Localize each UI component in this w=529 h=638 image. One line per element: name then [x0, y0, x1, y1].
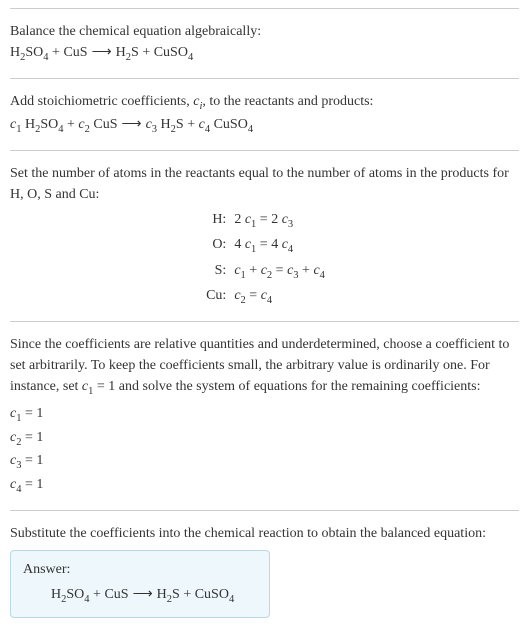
section-answer: Substitute the coefficients into the che…	[10, 510, 519, 631]
element-label: H:	[12, 209, 226, 233]
product-1: H2S	[116, 45, 139, 60]
arrow-icon: ⟶	[88, 42, 116, 63]
plus-symbol: +	[49, 45, 64, 60]
equation-table: H: 2 c1 = 2 c3 O: 4 c1 = 4 c4 S: c1 + c2…	[12, 209, 519, 309]
section-title: Balance the chemical equation algebraica…	[10, 21, 519, 42]
section-title: Substitute the coefficients into the che…	[10, 523, 519, 544]
product-2: CuSO4	[154, 45, 193, 60]
arrow-icon: ⟶	[118, 114, 146, 135]
arrow-icon: ⟶	[129, 584, 157, 605]
unbalanced-equation: H2SO4 + CuS ⟶ H2S + CuSO4	[10, 42, 519, 66]
coefficient-value: c2 = 1	[10, 427, 519, 451]
element-equation: 2 c1 = 2 c3	[234, 209, 519, 233]
section-title: Set the number of atoms in the reactants…	[10, 163, 519, 205]
element-label: O:	[12, 234, 226, 258]
section-text: Since the coefficients are relative quan…	[10, 334, 519, 400]
coefficient-value: c4 = 1	[10, 474, 519, 498]
element-equation: c1 + c2 = c3 + c4	[234, 260, 519, 284]
section-title: Add stoichiometric coefficients, ci, to …	[10, 91, 519, 115]
coefficient-value: c3 = 1	[10, 450, 519, 474]
section-balance: Balance the chemical equation algebraica…	[10, 8, 519, 78]
balanced-equation: H2SO4 + CuS ⟶ H2S + CuSO4	[23, 584, 257, 608]
element-equation: 4 c1 = 4 c4	[234, 234, 519, 258]
reactant-2: CuS	[63, 45, 87, 60]
element-label: S:	[12, 260, 226, 284]
element-equation: c2 = c4	[234, 285, 519, 309]
section-add-coefficients: Add stoichiometric coefficients, ci, to …	[10, 78, 519, 150]
plus-symbol: +	[139, 45, 154, 60]
answer-box: Answer: H2SO4 + CuS ⟶ H2S + CuSO4	[10, 550, 270, 619]
coefficient-equation: c1 H2SO4 + c2 CuS ⟶ c3 H2S + c4 CuSO4	[10, 114, 519, 138]
reactant-1: H2SO4	[10, 45, 49, 60]
section-solve: Since the coefficients are relative quan…	[10, 321, 519, 510]
element-label: Cu:	[12, 285, 226, 309]
section-atom-equations: Set the number of atoms in the reactants…	[10, 150, 519, 321]
answer-label: Answer:	[23, 559, 257, 580]
coefficient-list: c1 = 1 c2 = 1 c3 = 1 c4 = 1	[10, 403, 519, 497]
coefficient-value: c1 = 1	[10, 403, 519, 427]
